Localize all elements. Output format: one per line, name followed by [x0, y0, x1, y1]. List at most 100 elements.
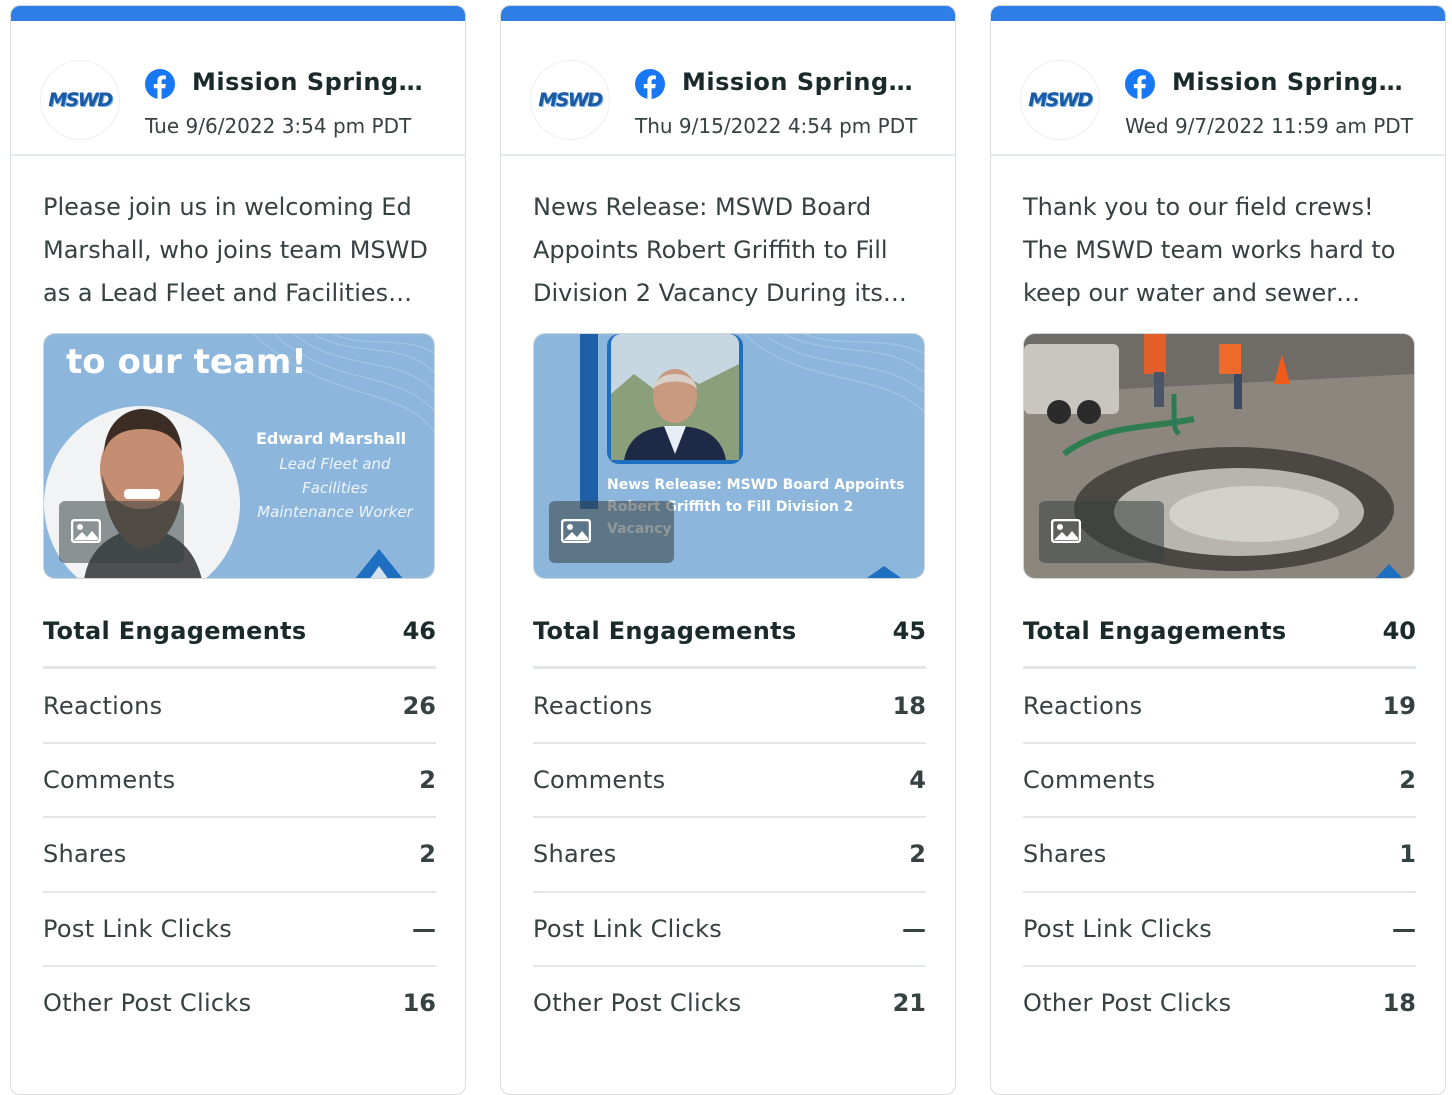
- metric-label: Total Engagements: [43, 617, 307, 645]
- facebook-icon: [1125, 69, 1155, 99]
- divider: [533, 666, 926, 669]
- facebook-icon: [635, 69, 665, 99]
- metric-label: Reactions: [43, 692, 163, 720]
- divider: [1023, 742, 1416, 744]
- divider: [533, 891, 926, 893]
- reactions-row: Reactions 19: [1023, 686, 1416, 726]
- metric-value: 18: [1382, 989, 1416, 1017]
- total-engagements-row: Total Engagements 46: [43, 611, 436, 651]
- metric-label: Shares: [533, 840, 617, 868]
- metric-label: Other Post Clicks: [43, 989, 252, 1017]
- post-link-clicks-row: Post Link Clicks —: [43, 909, 436, 949]
- divider: [43, 742, 436, 744]
- image-type-badge: [549, 501, 674, 563]
- divider: [43, 891, 436, 893]
- metric-label: Other Post Clicks: [533, 989, 742, 1017]
- metric-value: —: [1392, 915, 1416, 943]
- divider: [43, 816, 436, 818]
- divider: [533, 965, 926, 967]
- metric-value: 45: [892, 617, 926, 645]
- image-icon: [71, 519, 101, 543]
- divider: [43, 965, 436, 967]
- mswd-logo: MSWD: [48, 88, 113, 111]
- metric-value: 1: [1399, 840, 1416, 868]
- metric-value: 40: [1382, 617, 1416, 645]
- divider: [1023, 965, 1416, 967]
- card-accent-bar: [501, 6, 955, 21]
- image-type-badge: [1039, 501, 1164, 563]
- divider: [533, 742, 926, 744]
- metric-label: Post Link Clicks: [1023, 915, 1213, 943]
- divider: [533, 816, 926, 818]
- account-name[interactable]: Mission Springs Water District: [682, 65, 926, 99]
- post-link-clicks-row: Post Link Clicks —: [533, 909, 926, 949]
- metric-label: Post Link Clicks: [43, 915, 233, 943]
- metric-value: 2: [1399, 766, 1416, 794]
- divider: [1023, 816, 1416, 818]
- role-line-1: Lead Fleet and Facilities: [279, 455, 391, 497]
- comments-row: Comments 2: [43, 760, 436, 800]
- other-post-clicks-row: Other Post Clicks 21: [533, 983, 926, 1023]
- shares-row: Shares 2: [533, 834, 926, 874]
- metric-label: Shares: [43, 840, 127, 868]
- image-icon: [561, 519, 591, 543]
- comments-row: Comments 4: [533, 760, 926, 800]
- avatar: MSWD: [1021, 61, 1099, 139]
- shares-row: Shares 1: [1023, 834, 1416, 874]
- mswd-logo: MSWD: [1028, 88, 1093, 111]
- image-person-name: Edward Marshall: [256, 429, 407, 448]
- other-post-clicks-row: Other Post Clicks 18: [1023, 983, 1416, 1023]
- metric-value: 4: [909, 766, 926, 794]
- post-text: Thank you to our field crews! The MSWD t…: [1023, 193, 1396, 307]
- metric-value: 2: [419, 766, 436, 794]
- divider: [1023, 891, 1416, 893]
- metric-label: Post Link Clicks: [533, 915, 723, 943]
- post-image[interactable]: [1023, 333, 1415, 579]
- shares-row: Shares 2: [43, 834, 436, 874]
- card-header: MSWD Mission Springs Water District Thu …: [501, 21, 955, 156]
- image-headline: to our team!: [66, 342, 307, 382]
- avatar: MSWD: [531, 61, 609, 139]
- metric-value: 46: [402, 617, 436, 645]
- post-card[interactable]: MSWD Mission Springs Water District Wed …: [990, 5, 1446, 1095]
- reactions-row: Reactions 26: [43, 686, 436, 726]
- card-header: MSWD Mission Springs Water District Tue …: [11, 21, 465, 156]
- metric-value: —: [412, 915, 436, 943]
- post-image[interactable]: to our team! Edward Marshall Lead Fleet …: [43, 333, 435, 579]
- image-type-badge: [59, 501, 184, 563]
- post-image[interactable]: News Release: MSWD Board Appoints Robert…: [533, 333, 925, 579]
- role-line-2: Maintenance Worker: [257, 503, 413, 521]
- post-card[interactable]: MSWD Mission Springs Water District Thu …: [500, 5, 956, 1095]
- metric-value: 2: [419, 840, 436, 868]
- metric-value: 26: [402, 692, 436, 720]
- total-engagements-row: Total Engagements 45: [533, 611, 926, 651]
- metric-label: Shares: [1023, 840, 1107, 868]
- metric-label: Total Engagements: [1023, 617, 1287, 645]
- total-engagements-row: Total Engagements 40: [1023, 611, 1416, 651]
- account-name[interactable]: Mission Springs Water District: [192, 65, 436, 99]
- metric-label: Comments: [533, 766, 666, 794]
- metric-label: Total Engagements: [533, 617, 797, 645]
- metric-value: 16: [402, 989, 436, 1017]
- post-link-clicks-row: Post Link Clicks —: [1023, 909, 1416, 949]
- avatar: MSWD: [41, 61, 119, 139]
- image-icon: [1051, 519, 1081, 543]
- post-date: Wed 9/7/2022 11:59 am PDT: [1125, 114, 1413, 138]
- image-person-role: Lead Fleet and Facilities Maintenance Wo…: [245, 452, 425, 524]
- card-header: MSWD Mission Springs Water District Wed …: [991, 21, 1445, 156]
- post-text: Please join us in welcoming Ed Marshall,…: [43, 193, 428, 307]
- card-accent-bar: [991, 6, 1445, 21]
- metric-label: Other Post Clicks: [1023, 989, 1232, 1017]
- metric-label: Comments: [1023, 766, 1156, 794]
- post-card[interactable]: MSWD Mission Springs Water District Tue …: [10, 5, 466, 1095]
- comments-row: Comments 2: [1023, 760, 1416, 800]
- metric-label: Comments: [43, 766, 176, 794]
- divider: [43, 666, 436, 669]
- metric-label: Reactions: [533, 692, 653, 720]
- metric-value: 21: [892, 989, 926, 1017]
- divider: [1023, 666, 1416, 669]
- card-accent-bar: [11, 6, 465, 21]
- post-text: News Release: MSWD Board Appoints Robert…: [533, 193, 888, 307]
- account-name[interactable]: Mission Springs Water District: [1172, 65, 1416, 99]
- metric-value: 19: [1382, 692, 1416, 720]
